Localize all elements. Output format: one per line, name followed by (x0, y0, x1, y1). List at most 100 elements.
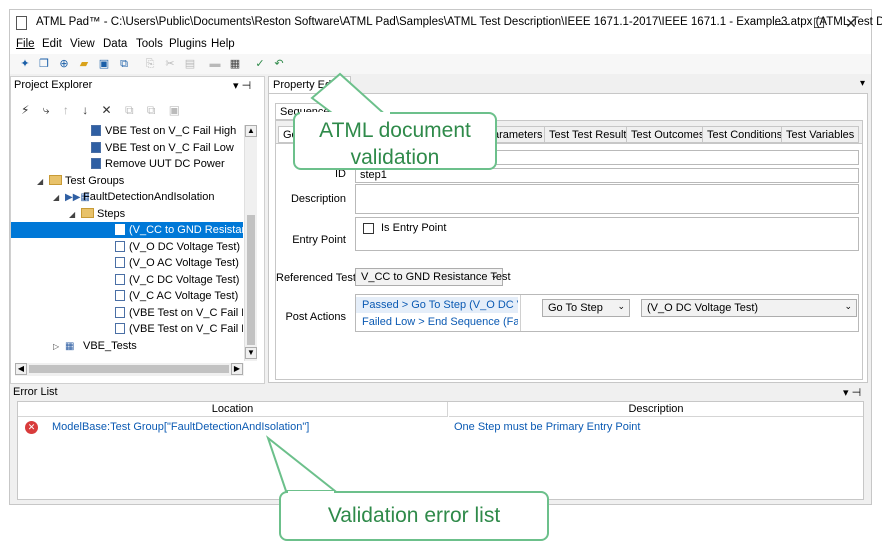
column-header-location[interactable]: Location (18, 402, 448, 417)
validate-icon[interactable]: ✓ (253, 57, 267, 71)
folder-icon (81, 207, 94, 218)
tree-item[interactable]: ◢ Test Groups (11, 173, 243, 189)
tree-item-label: (VBE Test on V_C Fail High (129, 306, 243, 319)
referenced-test-label: Referenced Test (276, 272, 356, 284)
chevron-down-icon: ⌄ (844, 301, 852, 311)
menu-tools[interactable]: Tools (136, 38, 163, 50)
move-up-icon[interactable]: ↑ (63, 103, 69, 117)
close-button[interactable]: ✕ (831, 10, 871, 36)
cut-icon[interactable]: ✂ (163, 57, 177, 71)
error-row[interactable]: ✕ ModelBase:Test Group["FaultDetectionAn… (18, 420, 863, 436)
tab-test-results[interactable]: Test Test Results (544, 126, 637, 143)
paste-icon[interactable]: ▤ (183, 57, 197, 71)
atml-validation-callout: ATML document validation (293, 112, 497, 170)
expand-toggle-icon[interactable]: ◢ (37, 174, 49, 190)
expand-toggle-icon[interactable]: ◢ (53, 190, 65, 206)
tab-test-variables[interactable]: Test Variables (781, 126, 860, 143)
open-folder-icon[interactable]: ▰ (77, 57, 91, 71)
new-project-icon[interactable]: ❐ (37, 57, 51, 71)
tree-item[interactable]: ▷ ▦ VBE_Tests (11, 338, 243, 354)
project-explorer-title: Project Explorer (14, 79, 93, 91)
validation-error-list-callout: Validation error list (279, 491, 549, 541)
entry-point-checkbox-label: Is Entry Point (381, 222, 447, 234)
paste-step-icon[interactable]: ⧉ (147, 103, 156, 117)
expand-toggle-icon[interactable]: ▷ (53, 339, 65, 355)
tree-horizontal-scrollbar[interactable]: ◀ ▶ (15, 363, 244, 376)
step-icon (91, 125, 101, 136)
explorer-toolbar: ⚡ ⤷ ↑ ↓ ✕ ⧉ ⧉ ▣ (21, 103, 221, 119)
new-file-icon[interactable]: ⊕ (57, 57, 71, 71)
test-group-icon: ▦ (65, 340, 75, 352)
tab-property-editor[interactable]: Property Editor (268, 76, 352, 93)
scroll-thumb[interactable] (247, 215, 255, 345)
post-action-type-combo[interactable]: Go To Step ⌄ (542, 299, 630, 317)
remove-icon[interactable]: ▬ (208, 57, 222, 71)
undo-icon[interactable]: ↶ (272, 57, 286, 71)
error-location: ModelBase:Test Group["FaultDetectionAndI… (52, 421, 310, 433)
menu-data[interactable]: Data (103, 38, 127, 50)
grid-icon[interactable]: ▦ (228, 57, 242, 71)
tree-item-label: VBE_Tests (83, 339, 137, 352)
tree-item[interactable]: VBE Test on V_C Fail Low (11, 140, 243, 156)
menu-edit[interactable]: Edit (42, 38, 62, 50)
copy-icon[interactable]: ⎘ (143, 57, 157, 71)
project-tree: VBE Test on V_C Fail High VBE Test on V_C… (11, 123, 243, 361)
tree-item[interactable]: (V_CC to GND Resistance (11, 222, 243, 238)
scroll-up-arrow[interactable]: ▲ (245, 125, 257, 137)
pane-pin-icon[interactable]: ▾ ⊣ (843, 386, 861, 399)
tree-item[interactable]: (V_O DC Voltage Test) (11, 239, 243, 255)
column-header-description[interactable]: Description (449, 402, 863, 417)
post-action-target-combo[interactable]: (V_O DC Voltage Test) ⌄ (641, 299, 857, 317)
new-icon[interactable]: ✦ (18, 57, 32, 71)
minimize-button[interactable]: — (762, 10, 802, 36)
window-title: ATML Pad™ - C:\Users\Public\Documents\Re… (36, 16, 882, 28)
tree-item-label: Test Groups (65, 174, 125, 187)
properties-icon[interactable]: ▣ (169, 103, 180, 117)
tree-item[interactable]: Remove UUT DC Power (11, 156, 243, 172)
pane-menu-icon[interactable]: ▾ (860, 78, 865, 89)
chevron-down-icon: ⌄ (490, 270, 498, 280)
tree-item[interactable]: ◢ ▶▶▦FaultDetectionAndIsolation (11, 189, 243, 205)
menu-plugins[interactable]: Plugins (169, 38, 207, 50)
expand-toggle-icon[interactable]: ◢ (69, 207, 81, 223)
step-icon (115, 306, 125, 318)
scroll-left-arrow[interactable]: ◀ (15, 363, 27, 375)
error-list-pane: Error List ▾ ⊣ Location Description ✕ Mo… (10, 385, 871, 504)
tree-item[interactable]: (V_O AC Voltage Test) (11, 255, 243, 271)
folder-icon (49, 174, 62, 185)
remove-step-icon[interactable]: ✕ (102, 103, 112, 117)
menu-view[interactable]: View (70, 38, 95, 50)
tree-item[interactable]: ◢ Steps (11, 206, 243, 222)
scroll-h-thumb[interactable] (29, 365, 229, 373)
tree-item-label: VBE Test on V_C Fail Low (105, 141, 234, 154)
post-action-item[interactable]: Failed Low > End Sequence (Failec (356, 314, 518, 330)
pane-pin-icon[interactable]: ▾ ⊣ (233, 79, 251, 92)
menu-help[interactable]: Help (211, 38, 235, 50)
step-icon (115, 257, 125, 268)
tree-item[interactable]: (V_C DC Voltage Test) (11, 272, 243, 288)
save-icon[interactable]: ▣ (97, 57, 111, 71)
scroll-down-arrow[interactable]: ▼ (245, 347, 257, 359)
entry-point-checkbox[interactable] (363, 223, 374, 234)
post-actions-label: Post Actions (285, 311, 346, 323)
tree-item[interactable]: (VBE Test on V_C Fail High (11, 305, 243, 321)
tab-test-outcomes[interactable]: Test Outcomes (626, 126, 710, 143)
tree-item-label: (V_O AC Voltage Test) (129, 257, 239, 269)
post-action-item[interactable]: Passed > Go To Step (V_O DC Volt (356, 297, 518, 313)
scroll-right-arrow[interactable]: ▶ (231, 363, 243, 375)
tree-item[interactable]: (VBE Test on V_C Fail Low) (11, 321, 243, 337)
error-table: Location Description ✕ ModelBase:Test Gr… (17, 401, 864, 500)
run-icon[interactable]: ⚡ (21, 103, 29, 117)
move-down-icon[interactable]: ↓ (82, 103, 88, 117)
save-all-icon[interactable]: ⧉ (117, 57, 131, 71)
description-field[interactable] (355, 184, 859, 214)
menu-file[interactable]: File (16, 38, 35, 50)
tree-item[interactable]: VBE Test on V_C Fail High (11, 123, 243, 139)
copy-step-icon[interactable]: ⧉ (125, 103, 134, 117)
tab-test-conditions[interactable]: Test Conditions (702, 126, 788, 143)
add-step-icon[interactable]: ⤷ (43, 103, 50, 117)
tree-item[interactable]: (V_C AC Voltage Test) (11, 288, 243, 304)
referenced-test-combo[interactable]: V_CC to GND Resistance Test ⌄ (355, 268, 511, 286)
tree-vertical-scrollbar[interactable]: ▲ ▼ (244, 125, 257, 361)
title-bar[interactable]: ATML Pad™ - C:\Users\Public\Documents\Re… (10, 10, 882, 36)
